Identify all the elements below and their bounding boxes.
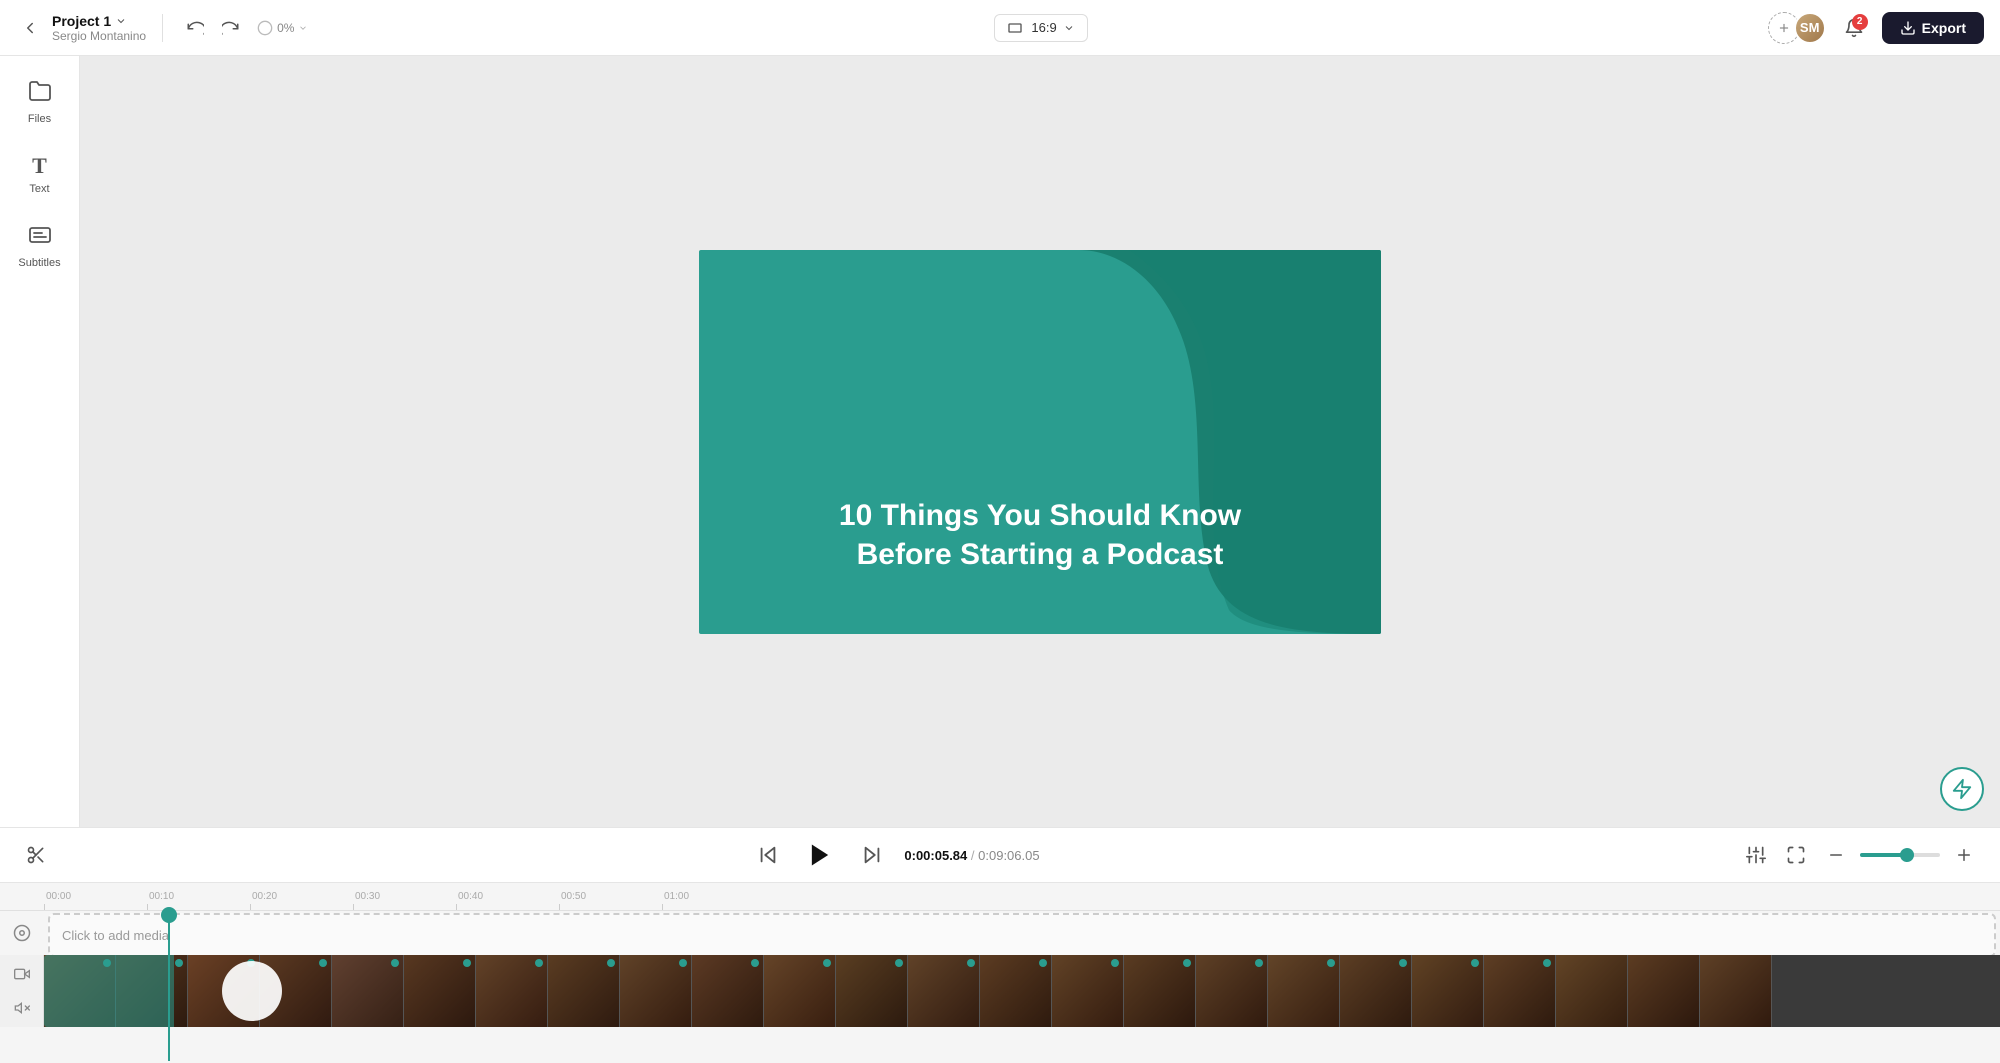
film-frame <box>1268 955 1340 1027</box>
back-button[interactable] <box>16 14 44 42</box>
files-icon <box>28 79 52 109</box>
sidebar: Files T Text Subtitles <box>0 56 80 827</box>
film-frame <box>908 955 980 1027</box>
magic-effects-button[interactable] <box>1740 839 1772 871</box>
timeline-ruler: 00:00 00:10 00:20 00:30 00:40 <box>0 883 2000 911</box>
topbar: Project 1 Sergio Montanino 0% 16:9 <box>0 0 2000 56</box>
playhead-handle[interactable] <box>161 907 177 923</box>
film-frame <box>836 955 908 1027</box>
time-display: 0:00:05.84 / 0:09:06.05 <box>904 848 1039 863</box>
export-button[interactable]: Export <box>1882 12 1984 44</box>
notification-button[interactable]: 2 <box>1838 12 1870 44</box>
project-info: Project 1 Sergio Montanino <box>52 13 146 43</box>
audio-mute-icon[interactable] <box>8 994 36 1022</box>
project-name-label: Project 1 <box>52 13 146 29</box>
ruler-tick-2: 00:20 <box>250 891 353 910</box>
video-track-row <box>0 955 2000 1027</box>
notification-badge: 2 <box>1852 14 1868 30</box>
topbar-left: Project 1 Sergio Montanino 0% <box>16 12 314 44</box>
film-frame <box>692 955 764 1027</box>
film-frame <box>1196 955 1268 1027</box>
fast-forward-button[interactable] <box>856 839 888 871</box>
divider <box>162 14 163 42</box>
film-frame <box>980 955 1052 1027</box>
playback-right <box>1740 839 1980 871</box>
avatar: SM <box>1794 12 1826 44</box>
add-media-lane: Click to add media <box>44 911 2000 955</box>
canvas-area: 10 Things You Should Know Before Startin… <box>80 56 2000 827</box>
topbar-center: 16:9 <box>326 14 1755 42</box>
sidebar-item-subtitles[interactable]: Subtitles <box>6 212 74 280</box>
film-frame <box>1340 955 1412 1027</box>
topbar-right: SM 2 Export <box>1768 12 1984 44</box>
video-track-icon[interactable] <box>8 960 36 988</box>
fit-screen-button[interactable] <box>1780 839 1812 871</box>
playhead[interactable] <box>168 911 170 1061</box>
sidebar-item-text[interactable]: T Text <box>6 140 74 208</box>
add-media-button[interactable]: Click to add media <box>48 913 1996 955</box>
subtitles-icon <box>28 223 52 253</box>
undo-button[interactable] <box>179 12 211 44</box>
track-controls-audio <box>0 919 44 947</box>
aspect-ratio-button[interactable]: 16:9 <box>994 14 1087 42</box>
ruler-tick-3: 00:30 <box>353 891 456 910</box>
ruler-tick-4: 00:40 <box>456 891 559 910</box>
rewind-button[interactable] <box>752 839 784 871</box>
film-frame <box>1412 955 1484 1027</box>
sidebar-item-files-label: Files <box>28 113 51 125</box>
ruler-tick-6: 01:00 <box>662 891 765 910</box>
redo-button[interactable] <box>215 12 247 44</box>
playback-left <box>20 839 52 871</box>
play-button[interactable] <box>800 835 840 875</box>
sidebar-item-text-label: Text <box>29 183 49 195</box>
film-frame <box>1628 955 1700 1027</box>
magic-button[interactable] <box>1940 767 1984 811</box>
film-frame <box>1556 955 1628 1027</box>
film-frame <box>620 955 692 1027</box>
video-filmstrip <box>44 955 2000 1027</box>
sidebar-item-subtitles-label: Subtitles <box>18 257 60 269</box>
film-frame <box>476 955 548 1027</box>
add-media-row: Click to add media <box>0 911 2000 955</box>
zoom-out-button[interactable] <box>1820 839 1852 871</box>
timeline-tracks: Click to add media <box>0 911 2000 1027</box>
film-frame <box>548 955 620 1027</box>
track-controls-video <box>0 955 44 1027</box>
circle-progress-button[interactable]: 0% <box>251 12 314 44</box>
film-frame <box>332 955 404 1027</box>
cut-tool-button[interactable] <box>20 839 52 871</box>
film-frame <box>404 955 476 1027</box>
video-track-lane[interactable] <box>44 955 2000 1027</box>
sidebar-item-files[interactable]: Files <box>6 68 74 136</box>
project-user-label: Sergio Montanino <box>52 29 146 43</box>
ruler-tick-1: 00:10 <box>147 891 250 910</box>
playback-center: 0:00:05.84 / 0:09:06.05 <box>752 835 1039 875</box>
volume-control <box>1860 853 1940 857</box>
text-icon: T <box>32 153 47 179</box>
undo-redo-group: 0% <box>179 12 314 44</box>
film-frame <box>1052 955 1124 1027</box>
film-frame <box>1124 955 1196 1027</box>
film-frame <box>1700 955 1772 1027</box>
audio-track-icon[interactable] <box>8 919 36 947</box>
canvas-frame[interactable]: 10 Things You Should Know Before Startin… <box>699 250 1381 634</box>
ruler-tick-0: 00:00 <box>44 891 147 910</box>
volume-slider[interactable] <box>1860 853 1940 857</box>
timeline-area: 00:00 00:10 00:20 00:30 00:40 <box>0 883 2000 1063</box>
main-area: Files T Text Subtitles 10 Things You Sho… <box>0 56 2000 827</box>
canvas-title: 10 Things You Should Know Before Startin… <box>767 496 1313 574</box>
ruler-tick-5: 00:50 <box>559 891 662 910</box>
playback-bar: 0:00:05.84 / 0:09:06.05 <box>0 827 2000 883</box>
film-frame <box>1484 955 1556 1027</box>
zoom-in-button[interactable] <box>1948 839 1980 871</box>
film-frame <box>764 955 836 1027</box>
